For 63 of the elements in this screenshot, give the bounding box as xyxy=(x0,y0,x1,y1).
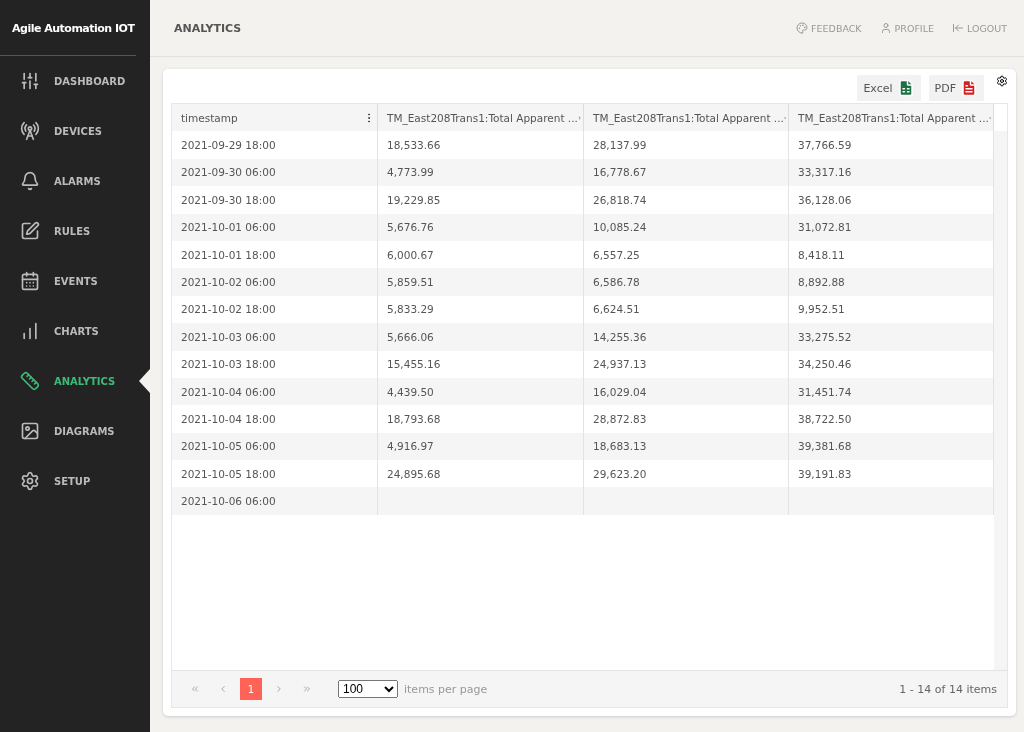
pager-summary: 1 - 14 of 14 items xyxy=(899,682,997,696)
scrollbar[interactable] xyxy=(994,131,1007,670)
ruler-icon xyxy=(20,371,40,391)
previous-page-icon xyxy=(218,684,228,694)
pdf-icon xyxy=(960,79,978,97)
column-header[interactable]: TM_East208Trans1:Total Apparent ... xyxy=(584,104,789,132)
table-cell: 10,085.24 xyxy=(584,213,789,241)
table-cell: 19,229.85 xyxy=(378,186,584,214)
table-cell: 5,859.51 xyxy=(378,268,584,296)
page-size-select[interactable]: 100 xyxy=(338,680,398,698)
column-header[interactable]: TM_East208Trans1:Total Apparent ... xyxy=(378,104,584,132)
table-cell: 2021-10-03 06:00 xyxy=(172,323,378,351)
spreadsheet-icon xyxy=(896,79,915,97)
page-size-label: items per page xyxy=(404,682,488,696)
column-header[interactable]: TM_East208Trans1:Total Apparent ... xyxy=(789,104,994,132)
sliders-icon xyxy=(20,71,40,91)
table-cell: 2021-09-29 18:00 xyxy=(172,131,378,159)
export-button[interactable]: PDF xyxy=(928,75,984,101)
logout-icon xyxy=(951,22,964,34)
antenna-icon xyxy=(20,121,40,141)
bell-icon xyxy=(20,171,40,191)
table-cell: 26,818.74 xyxy=(584,186,789,214)
table-cell: 15,455.16 xyxy=(378,350,584,378)
table-cell: 28,872.83 xyxy=(584,405,789,433)
pencil-square-icon xyxy=(20,221,40,241)
calendar-icon xyxy=(20,271,40,291)
sidebar-item[interactable]: DIAGRAMS xyxy=(0,406,150,456)
table-cell: 2021-10-02 06:00 xyxy=(172,268,378,296)
next-page-icon xyxy=(274,684,284,694)
bar-chart-icon xyxy=(20,321,40,341)
sidebar-item[interactable]: ALARMS xyxy=(0,156,150,206)
table-cell: 18,793.68 xyxy=(378,405,584,433)
palette-icon xyxy=(796,22,809,34)
sidebar-item[interactable]: CHARTS xyxy=(0,306,150,356)
table-cell: 2021-10-04 18:00 xyxy=(172,405,378,433)
table-cell: 6,586.78 xyxy=(584,268,789,296)
table-cell: 2021-10-03 18:00 xyxy=(172,350,378,378)
last-page-icon xyxy=(302,684,312,694)
table-cell: 14,255.36 xyxy=(584,323,789,351)
app-title: Agile Automation IOT xyxy=(0,0,136,56)
table-cell: 5,676.76 xyxy=(378,213,584,241)
table-cell: 28,137.99 xyxy=(584,131,789,159)
settings-icon[interactable] xyxy=(996,75,1008,87)
page-title: ANALYTICS xyxy=(174,21,243,35)
table-cell: 2021-09-30 18:00 xyxy=(172,186,378,214)
sidebar-item[interactable]: DEVICES xyxy=(0,106,150,156)
sidebar-item[interactable]: ANALYTICS xyxy=(0,356,150,406)
settings-icon xyxy=(20,471,40,491)
table-cell: 18,533.66 xyxy=(378,131,584,159)
sidebar-item[interactable]: RULES xyxy=(0,206,150,256)
table-cell: 2021-10-06 06:00 xyxy=(172,487,378,515)
table-cell: 5,666.06 xyxy=(378,323,584,351)
export-button[interactable]: Excel xyxy=(857,75,921,101)
user-icon xyxy=(879,22,892,34)
sidebar-item[interactable]: EVENTS xyxy=(0,256,150,306)
table-cell: 2021-10-01 06:00 xyxy=(172,213,378,241)
image-icon xyxy=(20,421,40,441)
table-cell: 24,937.13 xyxy=(584,350,789,378)
sidebar-item[interactable]: SETUP xyxy=(0,456,150,506)
first-page-icon xyxy=(190,684,200,694)
sidebar-item[interactable]: DASHBOARD xyxy=(0,56,150,106)
active-pointer xyxy=(139,369,150,393)
column-header[interactable]: timestamp xyxy=(172,104,378,132)
